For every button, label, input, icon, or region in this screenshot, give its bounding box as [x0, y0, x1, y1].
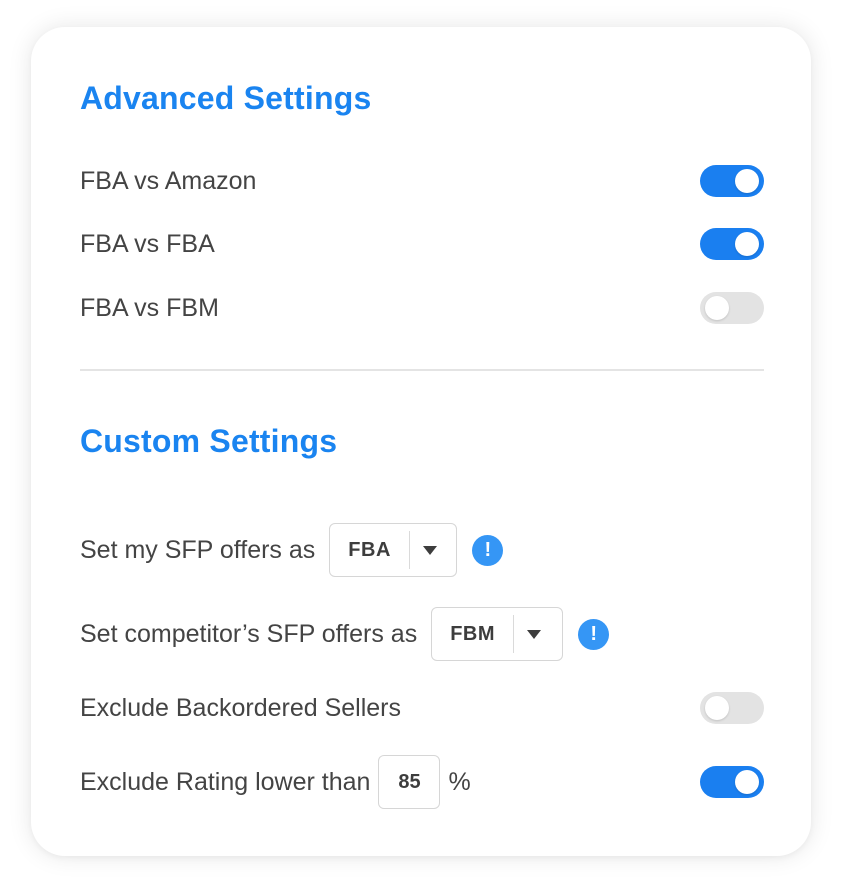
- fba-vs-fba-toggle[interactable]: [700, 228, 764, 260]
- exclude-rating-label: Exclude Rating lower than: [80, 767, 371, 796]
- competitor-sfp-row: Set competitor’s SFP offers as FBM !: [80, 607, 764, 661]
- setting-row-fba-vs-fba: FBA vs FBA: [80, 224, 764, 264]
- toggle-knob: [735, 232, 759, 256]
- percent-unit: %: [448, 767, 471, 796]
- settings-card: Advanced Settings FBA vs Amazon FBA vs F…: [31, 27, 811, 856]
- exclude-backordered-row: Exclude Backordered Sellers: [80, 688, 764, 728]
- toggle-knob: [735, 770, 759, 794]
- competitor-sfp-label: Set competitor’s SFP offers as: [80, 619, 418, 648]
- toggle-knob: [705, 296, 729, 320]
- exclude-backordered-label: Exclude Backordered Sellers: [80, 693, 401, 722]
- my-sfp-label: Set my SFP offers as: [80, 535, 316, 564]
- toggle-knob: [705, 696, 729, 720]
- custom-settings-title: Custom Settings: [80, 423, 338, 459]
- setting-row-fba-vs-fbm: FBA vs FBM: [80, 288, 764, 328]
- section-divider: [80, 369, 764, 371]
- exclude-rating-row: Exclude Rating lower than 85 %: [80, 755, 764, 809]
- competitor-sfp-select[interactable]: FBM: [431, 607, 564, 661]
- info-icon[interactable]: !: [472, 534, 504, 566]
- fba-vs-fbm-toggle[interactable]: [700, 292, 764, 324]
- my-sfp-value: FBA: [348, 538, 391, 561]
- info-icon[interactable]: !: [578, 618, 610, 650]
- chevron-down-icon[interactable]: [514, 629, 554, 639]
- competitor-sfp-value: FBM: [450, 622, 496, 645]
- chevron-down-icon[interactable]: [410, 545, 450, 555]
- my-sfp-select[interactable]: FBA: [329, 523, 458, 577]
- exclude-backordered-toggle[interactable]: [700, 692, 764, 724]
- my-sfp-row: Set my SFP offers as FBA !: [80, 523, 764, 577]
- exclude-rating-toggle[interactable]: [700, 766, 764, 798]
- fba-vs-amazon-toggle[interactable]: [700, 165, 764, 197]
- setting-label: FBA vs FBM: [80, 293, 219, 322]
- setting-label: FBA vs Amazon: [80, 166, 257, 195]
- rating-threshold-input[interactable]: 85: [378, 755, 441, 809]
- toggle-knob: [735, 169, 759, 193]
- setting-row-fba-vs-amazon: FBA vs Amazon: [80, 161, 764, 201]
- setting-label: FBA vs FBA: [80, 229, 215, 258]
- advanced-settings-title: Advanced Settings: [80, 80, 372, 116]
